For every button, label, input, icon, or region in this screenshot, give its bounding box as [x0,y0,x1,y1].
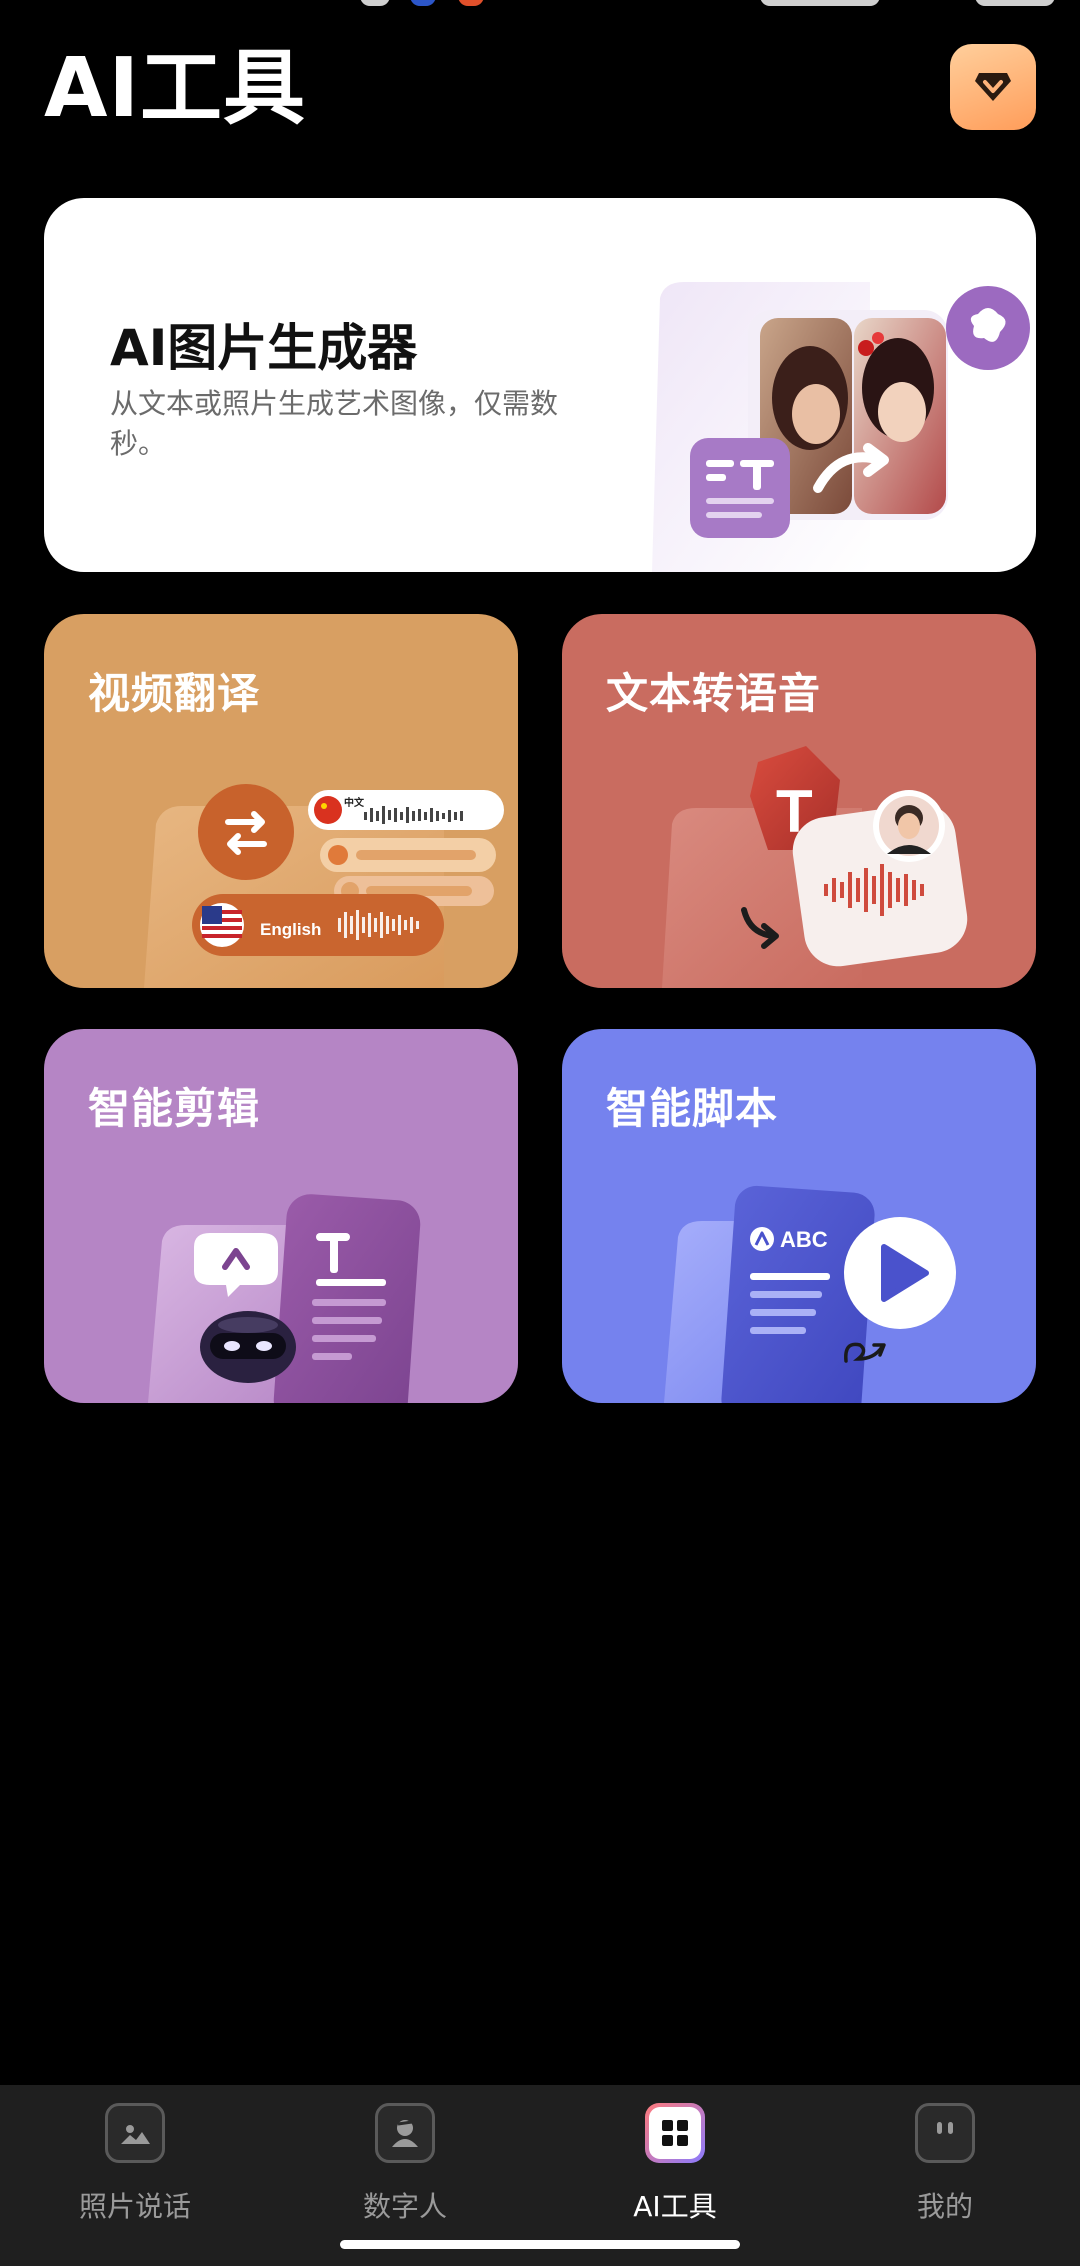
digital-human-icon [375,2103,435,2163]
text-to-speech-title: 文本转语音 [606,669,822,718]
grid-icon [645,2103,705,2163]
bottom-tab-bar: 照片说话 数字人 AI工具 我的 [0,2085,1080,2266]
photo-icon [105,2103,165,2163]
text-to-speech-card[interactable]: T 文本转语音 [562,614,1036,988]
smart-script-card[interactable]: ABC 智能脚本 [562,1029,1036,1403]
status-bar [0,0,1080,10]
tab-profile[interactable]: 我的 [845,2103,1045,2233]
english-chip-label: English [260,920,321,939]
video-translate-title: 视频翻译 [88,669,261,718]
smart-edit-title: 智能剪辑 [88,1084,261,1133]
tab-ai-tools-label: AI工具 [633,2190,717,2223]
tab-photo-talk[interactable]: 照片说话 [35,2103,235,2233]
ai-image-generator-card[interactable]: AI图片生成器 从文本或照片生成艺术图像，仅需数秒。 [44,198,1036,572]
diamond-icon [975,73,1011,101]
image-generator-illustration [652,282,1030,572]
tab-digital-human[interactable]: 数字人 [305,2103,505,2233]
tab-ai-tools[interactable]: AI工具 [575,2103,775,2233]
chinese-chip-label: 中文 [344,796,365,809]
tab-digital-human-label: 数字人 [362,2190,447,2223]
premium-button[interactable] [950,44,1036,130]
hero-title: AI图片生成器 [110,319,418,377]
video-translate-card[interactable]: English 中文 视频翻译 [44,614,518,988]
profile-icon [915,2103,975,2163]
header: AI工具 [44,42,1036,138]
smart-script-title: 智能脚本 [606,1084,779,1133]
page-title: AI工具 [44,41,306,136]
hero-description: 从文本或照片生成艺术图像，仅需数秒。 [110,387,559,460]
tab-profile-label: 我的 [916,2190,973,2223]
tab-photo-talk-label: 照片说话 [78,2190,191,2223]
smart-edit-card[interactable]: 智能剪辑 [44,1029,518,1403]
home-indicator [340,2240,740,2249]
script-doc-label: ABC [780,1227,828,1252]
